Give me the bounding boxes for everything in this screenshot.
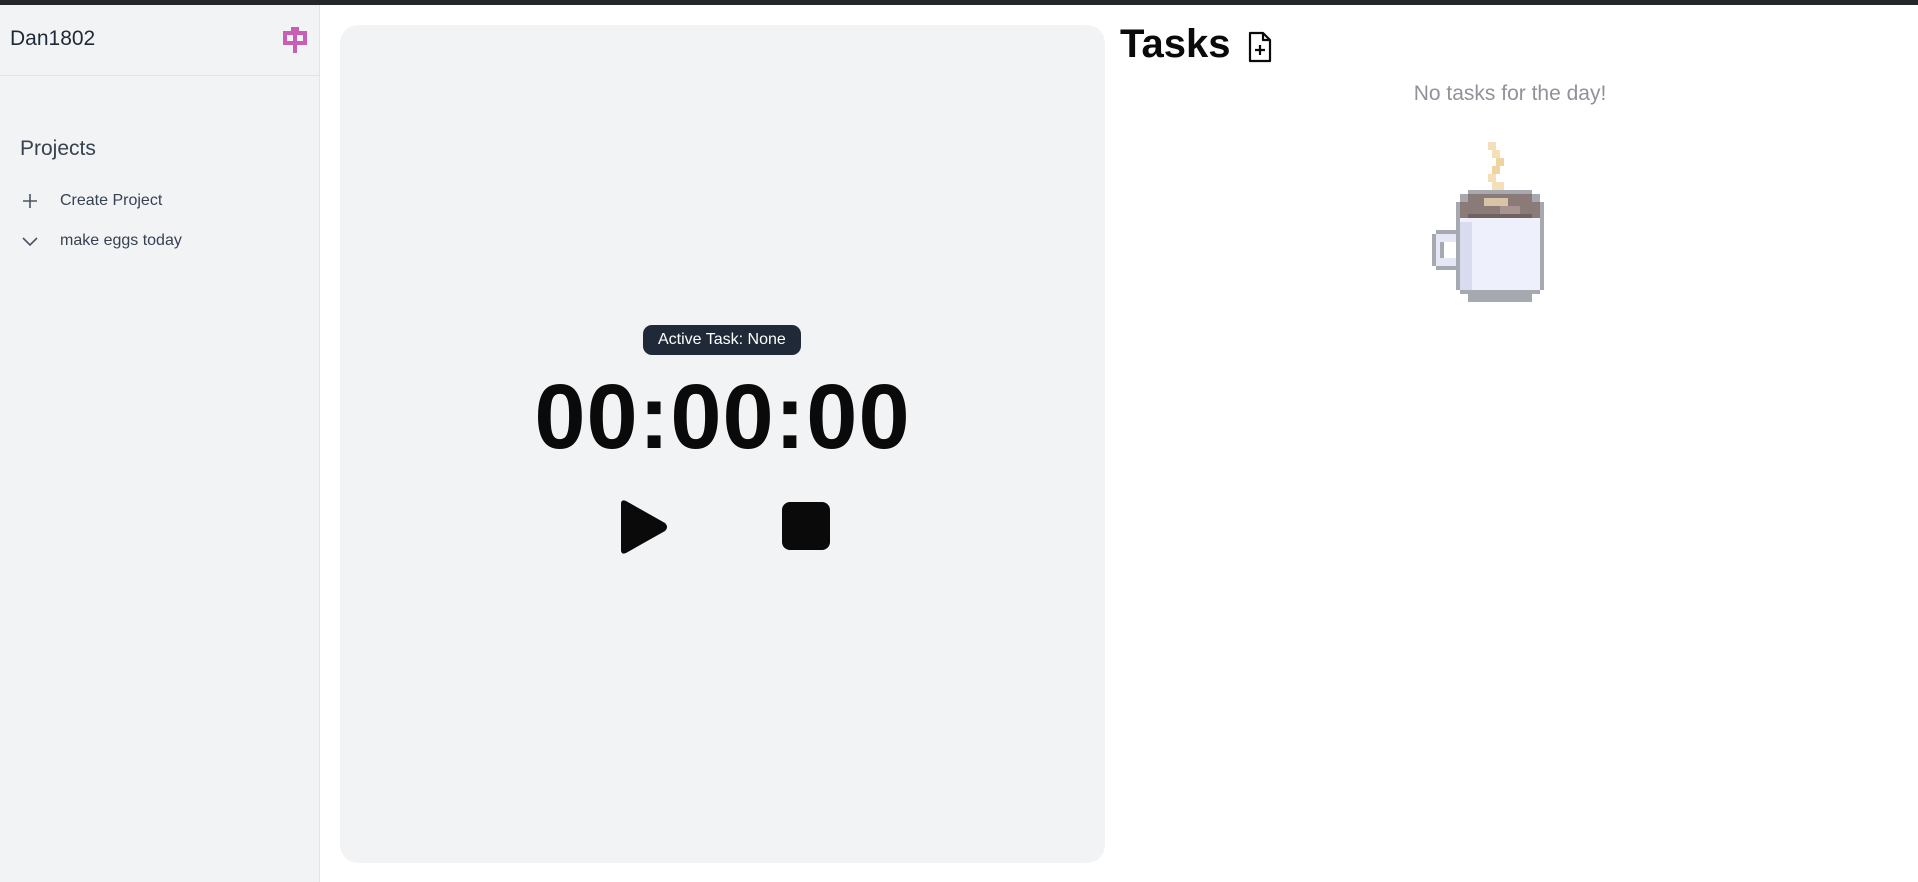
project-item-make-eggs-today[interactable]: make eggs today [20,228,182,254]
pixel-logo-icon[interactable] [283,27,307,53]
project-item-label: make eggs today [60,232,182,249]
stop-icon[interactable] [782,502,830,550]
timer-display: 00:00:00 [534,366,911,468]
sidebar-header: Dan1802 [0,5,319,76]
timer-panel: Active Task: None 00:00:00 [340,25,1105,863]
play-icon[interactable] [615,498,669,556]
empty-tasks-message: No tasks for the day! [1413,82,1607,105]
tasks-heading: Tasks [1120,22,1231,66]
chevron-down-icon [20,231,40,251]
create-project-label: Create Project [60,192,163,209]
coffee-cup-icon [1432,142,1544,302]
username: Dan1802 [10,27,96,50]
active-task-badge: Active Task: None [643,325,801,355]
create-project-button[interactable]: Create Project [20,188,162,214]
sidebar: Dan1802 Projects Create Project make egg… [0,5,320,882]
add-file-icon[interactable] [1246,31,1274,63]
plus-icon [20,191,40,211]
projects-heading: Projects [20,137,96,160]
